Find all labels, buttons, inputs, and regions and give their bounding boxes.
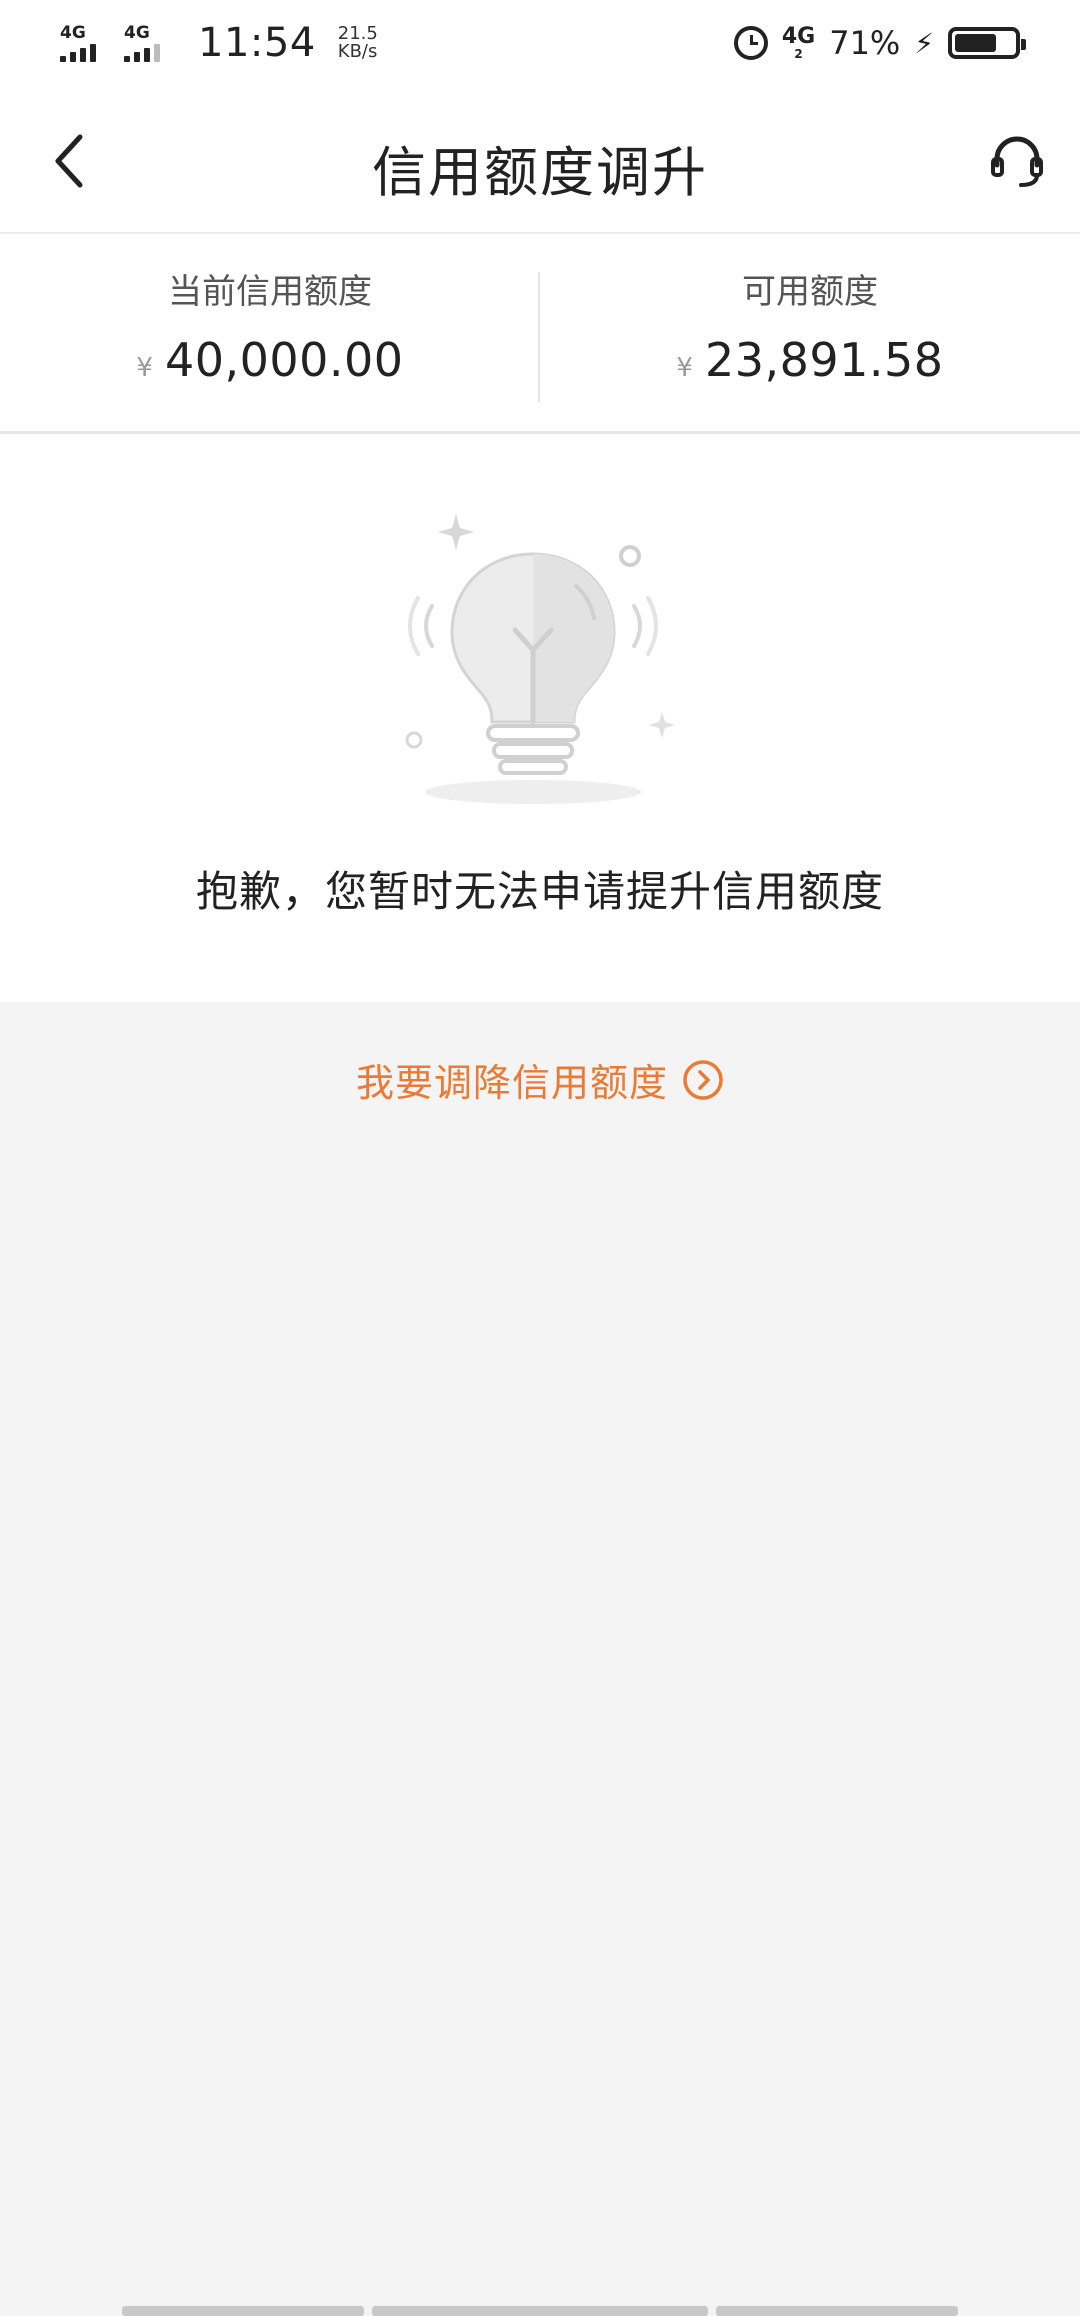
mobile-data-label: 4G (781, 24, 816, 49)
result-card: 抱歉，您暂时无法申请提升信用额度 (0, 434, 1080, 1002)
lower-credit-limit-label: 我要调降信用额度 (355, 1061, 668, 1105)
available-limit-block: 可用额度 ¥ 23,891.58 (540, 234, 1080, 431)
mobile-data-sub: 2 (794, 47, 803, 61)
battery-percentage: 71% (829, 24, 901, 62)
sim2-signal-icon: 4G (124, 22, 174, 62)
status-time: 11:54 (198, 20, 316, 66)
gesture-bar-right[interactable] (716, 2306, 958, 2316)
charging-bolt-icon: ⚡ (914, 26, 934, 60)
network-speed: 21.5 KB/s (338, 25, 378, 61)
nav-bar: 信用额度调升 (0, 86, 1080, 234)
gesture-bar-center[interactable] (372, 2306, 708, 2316)
credit-summary: 当前信用额度 ¥ 40,000.00 可用额度 ¥ 23,891.58 (0, 234, 1080, 434)
status-left: 4G 4G 11:54 21.5 KB/s (60, 20, 378, 66)
available-limit-value: ¥ 23,891.58 (676, 333, 943, 387)
page-title: 信用额度调升 (372, 141, 708, 204)
battery-icon (948, 27, 1026, 59)
headset-icon (991, 136, 1043, 187)
sim1-network-label: 4G (60, 22, 86, 43)
current-limit-label: 当前信用额度 (168, 272, 372, 312)
lower-credit-limit-link[interactable]: 我要调降信用额度 (0, 1052, 1080, 1107)
current-limit-amount: 40,000.00 (164, 333, 404, 387)
current-limit-block: 当前信用额度 ¥ 40,000.00 (0, 234, 540, 431)
sim2-network-label: 4G (124, 22, 150, 43)
available-currency-symbol: ¥ (676, 353, 693, 383)
battery-level (955, 34, 997, 52)
gesture-bar-left[interactable] (122, 2306, 364, 2316)
chevron-right-circle-icon (682, 1059, 724, 1101)
status-right: 4G 2 71% ⚡ (733, 24, 1026, 62)
summary-divider (538, 272, 540, 402)
current-limit-value: ¥ 40,000.00 (136, 333, 403, 387)
customer-service-button[interactable] (982, 126, 1052, 196)
credit-limit-increase-page: 4G 4G 11:54 21.5 KB/s 4G 2 71% ⚡ 信用额度调升 … (0, 0, 1080, 2316)
network-speed-unit: KB/s (337, 41, 378, 62)
available-limit-label: 可用额度 (742, 272, 878, 312)
available-limit-amount: 23,891.58 (704, 333, 944, 387)
lightbulb-icon (405, 514, 675, 804)
sim1-signal-icon: 4G (60, 22, 110, 62)
current-currency-symbol: ¥ (136, 353, 153, 383)
status-bar: 4G 4G 11:54 21.5 KB/s 4G 2 71% ⚡ (0, 0, 1080, 86)
result-message: 抱歉，您暂时无法申请提升信用额度 (195, 867, 884, 916)
alarm-icon (733, 26, 768, 60)
mobile-data-icon: 4G 2 (781, 24, 816, 61)
